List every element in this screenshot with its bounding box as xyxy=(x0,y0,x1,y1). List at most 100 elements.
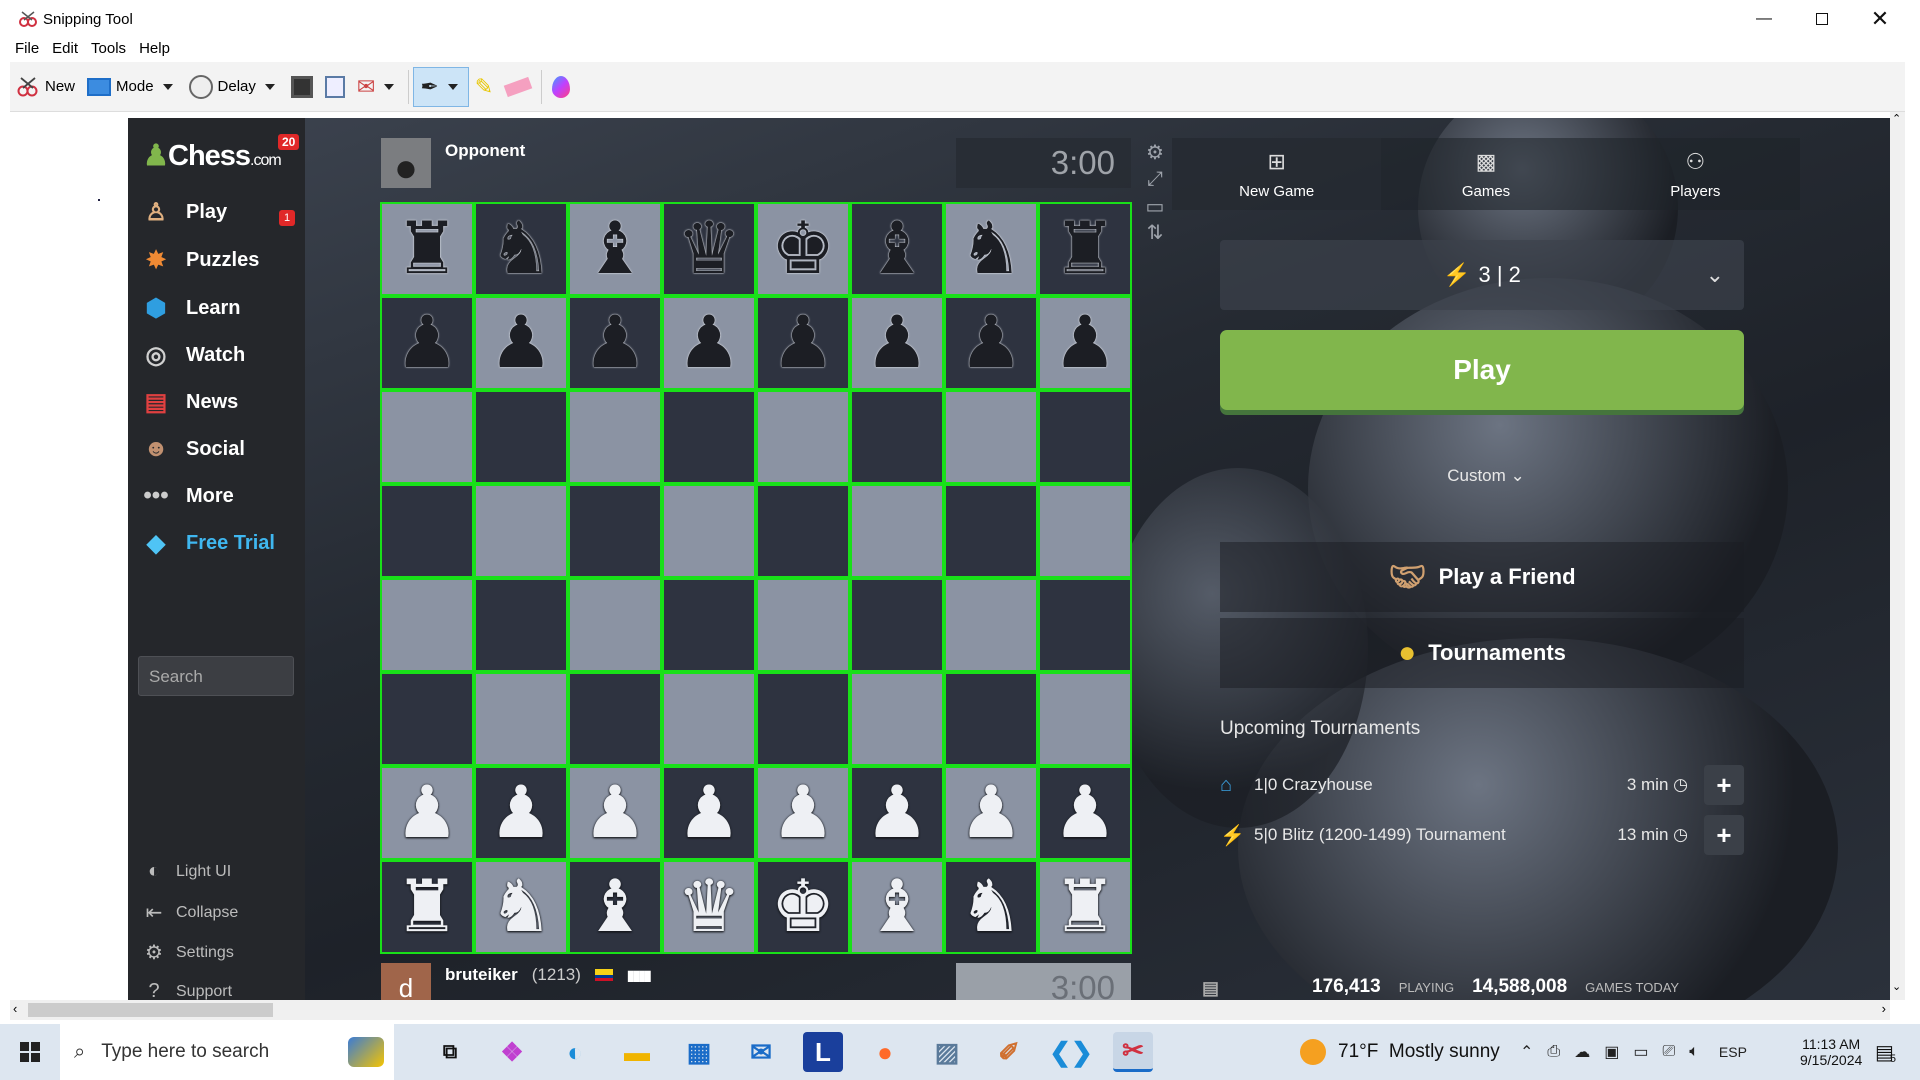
nav-puzzles[interactable]: ✸ Puzzles xyxy=(140,244,259,276)
snipping-tool-app[interactable]: ✂ xyxy=(1113,1032,1153,1072)
board-square[interactable]: ♟ xyxy=(1038,296,1132,390)
board-square[interactable] xyxy=(1038,578,1132,672)
black-pawn-icon[interactable]: ♟ xyxy=(865,307,930,379)
close-button[interactable]: ✕ xyxy=(1851,0,1909,38)
board-square[interactable]: ♜ xyxy=(1038,202,1132,296)
copy-button[interactable] xyxy=(319,67,351,107)
scroll-thumb[interactable] xyxy=(28,1003,273,1017)
board-square[interactable]: ♟ xyxy=(1038,766,1132,860)
board-square[interactable] xyxy=(1038,484,1132,578)
white-rook-icon[interactable]: ♜ xyxy=(395,871,460,943)
maximize-button[interactable] xyxy=(1793,0,1851,38)
nav-support[interactable]: ? Support xyxy=(142,980,232,1000)
black-knight-icon[interactable]: ♞ xyxy=(489,213,554,285)
board-square[interactable] xyxy=(944,484,1038,578)
black-pawn-icon[interactable]: ♟ xyxy=(959,307,1024,379)
horizontal-scrollbar[interactable]: ‹ › xyxy=(10,1000,1890,1020)
white-pawn-icon[interactable]: ♟ xyxy=(865,777,930,849)
white-pawn-icon[interactable]: ♟ xyxy=(677,777,742,849)
tab-new-game[interactable]: ⊞ New Game xyxy=(1172,138,1382,210)
language-indicator[interactable]: ESP xyxy=(1719,1044,1747,1060)
scroll-right-icon[interactable]: › xyxy=(1882,1001,1886,1016)
board-square[interactable]: ♝ xyxy=(850,202,944,296)
chevron-up-icon[interactable]: ⌃ xyxy=(1520,1042,1533,1062)
vertical-scrollbar[interactable]: ⌃ ⌄ xyxy=(1890,112,1905,1000)
board-square[interactable]: ♟ xyxy=(474,766,568,860)
gear-icon[interactable]: ⚙ xyxy=(1143,140,1167,164)
menu-file[interactable]: File xyxy=(10,38,47,62)
l-app[interactable]: L xyxy=(803,1032,843,1072)
white-knight-icon[interactable]: ♞ xyxy=(959,871,1024,943)
send-button[interactable]: ✉ xyxy=(351,67,404,107)
black-knight-icon[interactable]: ♞ xyxy=(959,213,1024,285)
white-pawn-icon[interactable]: ♟ xyxy=(771,777,836,849)
board-square[interactable]: ♟ xyxy=(944,296,1038,390)
photos-app[interactable]: ▨ xyxy=(927,1032,967,1072)
board-square[interactable] xyxy=(756,484,850,578)
board-square[interactable] xyxy=(380,390,474,484)
board-square[interactable] xyxy=(944,578,1038,672)
board-square[interactable]: ♟ xyxy=(662,766,756,860)
search-input[interactable]: Search xyxy=(138,656,294,696)
white-bishop-icon[interactable]: ♝ xyxy=(583,871,648,943)
tab-players[interactable]: ⚇ Players xyxy=(1591,138,1800,210)
tournament-row[interactable]: ⚡ 5|0 Blitz (1200-1499) Tournament 13 mi… xyxy=(1220,815,1744,855)
board-square[interactable] xyxy=(662,578,756,672)
notifications-button[interactable]: ▤ 5 xyxy=(1875,1024,1896,1080)
white-pawn-icon[interactable]: ♟ xyxy=(395,777,460,849)
volume-icon[interactable]: 🔈︎ xyxy=(1689,1043,1699,1061)
board-square[interactable]: ♝ xyxy=(568,860,662,954)
taskbar-search[interactable]: ⌕ Type here to search xyxy=(60,1024,394,1080)
board-square[interactable]: ♝ xyxy=(568,202,662,296)
board-square[interactable]: ♟ xyxy=(850,296,944,390)
custom-dropdown[interactable]: Custom ⌄ xyxy=(1172,466,1800,486)
mail-app[interactable]: ✉ xyxy=(741,1032,781,1072)
board-square[interactable]: ♚ xyxy=(756,860,850,954)
board-square[interactable] xyxy=(756,578,850,672)
board-square[interactable] xyxy=(944,672,1038,766)
white-knight-icon[interactable]: ♞ xyxy=(489,871,554,943)
board-square[interactable] xyxy=(474,390,568,484)
nav-play[interactable]: ♙ Play xyxy=(140,196,227,228)
board-square[interactable]: ♜ xyxy=(380,860,474,954)
board-square[interactable]: ♚ xyxy=(756,202,850,296)
scroll-down-icon[interactable]: ⌄ xyxy=(1892,980,1901,993)
edge-app[interactable]: ◐ xyxy=(555,1032,595,1072)
theater-icon[interactable]: ▭ xyxy=(1143,194,1167,218)
nav-collapse[interactable]: ⇤ Collapse xyxy=(142,900,239,925)
black-pawn-icon[interactable]: ♟ xyxy=(489,307,554,379)
highlighter-button[interactable]: ✎ xyxy=(469,67,499,107)
onedrive-icon[interactable]: ☁ xyxy=(1574,1042,1590,1062)
board-square[interactable] xyxy=(850,672,944,766)
black-pawn-icon[interactable]: ♟ xyxy=(583,307,648,379)
task-view-button[interactable]: ⧉ xyxy=(430,1032,470,1072)
nav-free-trial[interactable]: ◆ Free Trial xyxy=(140,527,275,559)
usb-icon[interactable]: ⎙ xyxy=(1547,1043,1560,1061)
board-square[interactable] xyxy=(380,484,474,578)
nav-learn[interactable]: ⬢ Learn xyxy=(140,292,241,324)
scroll-up-icon[interactable]: ⌃ xyxy=(1892,112,1901,125)
black-pawn-icon[interactable]: ♟ xyxy=(677,307,742,379)
white-pawn-icon[interactable]: ♟ xyxy=(1053,777,1118,849)
file-explorer-app[interactable]: ▬ xyxy=(617,1032,657,1072)
scroll-left-icon[interactable]: ‹ xyxy=(13,1001,17,1016)
network-icon[interactable]: ⎚ xyxy=(1662,1043,1675,1061)
clock-widget[interactable]: 11:13 AM 9/15/2024 xyxy=(1800,1024,1862,1080)
board-square[interactable] xyxy=(1038,672,1132,766)
board-square[interactable] xyxy=(756,390,850,484)
board-square[interactable]: ♟ xyxy=(568,296,662,390)
nav-more[interactable]: ••• More xyxy=(140,480,233,512)
board-square[interactable] xyxy=(474,578,568,672)
play-friend-button[interactable]: 🤝︎ Play a Friend xyxy=(1220,542,1744,612)
white-pawn-icon[interactable]: ♟ xyxy=(583,777,648,849)
chess-board[interactable]: ♜ ♞ ♝ ♛ ♚ ♝ ♞ ♜ ♟ ♟ ♟ ♟ ♟ ♟ ♟ ♟ ♟ ♟ ♟ ♟ ♟ ♟ ♟ ♟ ♜ ♞ ♝ ♛ ♚ ♝ ♞ ♜ xyxy=(380,202,1136,958)
tournaments-button[interactable]: ● Tournaments xyxy=(1220,618,1744,688)
black-queen-icon[interactable]: ♛ xyxy=(677,213,742,285)
flip-board-icon[interactable]: ⇅ xyxy=(1143,220,1167,244)
board-square[interactable] xyxy=(568,390,662,484)
nav-settings[interactable]: ⚙ Settings xyxy=(142,940,234,965)
copilot-app[interactable]: ❖ xyxy=(492,1032,532,1072)
black-bishop-icon[interactable]: ♝ xyxy=(583,213,648,285)
delay-button[interactable]: Delay xyxy=(183,67,285,107)
board-square[interactable] xyxy=(662,390,756,484)
